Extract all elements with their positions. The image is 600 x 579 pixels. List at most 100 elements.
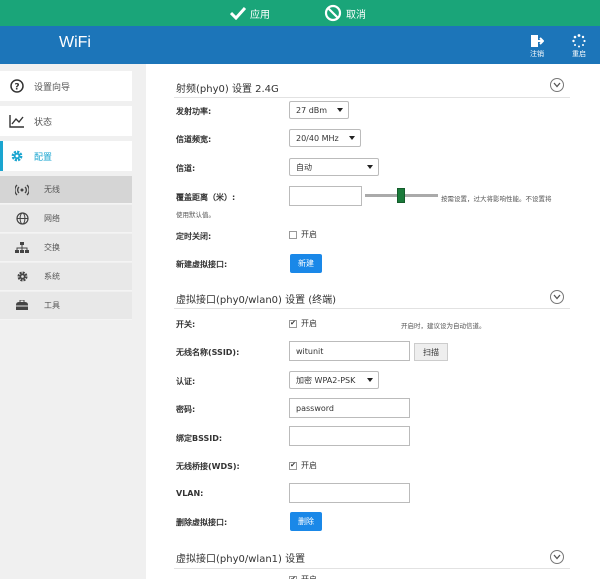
apply-label: 应用 <box>250 9 270 21</box>
reboot-button[interactable]: 重启 <box>568 34 590 59</box>
action-bar: 应用 取消 <box>0 0 600 26</box>
sidebar-item-label: 设置向导 <box>34 82 71 93</box>
sidebar-subitem-label: 无线 <box>44 185 60 194</box>
timer-off-checkbox[interactable]: 开启 <box>289 229 317 240</box>
tx-power-value: 27 dBm <box>296 105 328 115</box>
new-vif-button[interactable]: 新建 <box>290 254 322 273</box>
switch-label: 开关: <box>176 320 196 329</box>
sidebar-subitem-wireless[interactable]: 无线 <box>0 176 132 204</box>
gear-icon <box>0 149 34 163</box>
radio-section-title: 射频(phy0) 设置 2.4G <box>176 84 279 95</box>
sidebar-subitem-switch[interactable]: 交换 <box>0 234 132 262</box>
vlan-label: VLAN: <box>176 489 204 498</box>
tx-power-label: 发射功率: <box>176 107 212 116</box>
tx-power-select[interactable]: 27 dBm <box>289 101 349 119</box>
toolbox-icon <box>0 300 44 311</box>
switch-checkbox[interactable]: ✔ 开启 <box>289 318 317 329</box>
svg-text:?: ? <box>14 83 19 93</box>
password-input[interactable]: password <box>289 398 410 418</box>
checkbox-box: ✔ <box>289 575 297 579</box>
timer-off-label: 定时关闭: <box>176 232 212 241</box>
sidebar-item-label: 状态 <box>34 117 53 128</box>
globe-icon <box>0 212 44 225</box>
main-content: 射频(phy0) 设置 2.4G 发射功率: 27 dBm 信道频宽: 20/4… <box>146 64 600 579</box>
bandwidth-label: 信道频宽: <box>176 135 212 144</box>
logout-icon <box>531 35 544 47</box>
timer-off-option: 开启 <box>301 230 317 239</box>
caret-down-icon <box>367 165 373 169</box>
new-vif-label: 新建虚拟接口: <box>176 260 228 269</box>
divider <box>174 97 570 98</box>
coverage-label: 覆盖距离（米）: <box>176 193 236 202</box>
sidebar-item-config[interactable]: 配置 <box>0 141 132 171</box>
sidebar-item-status[interactable]: 状态 <box>0 106 132 136</box>
cancel-label: 取消 <box>346 9 366 21</box>
app-header: WiFi 注销 重启 <box>0 26 600 64</box>
divider <box>174 308 570 309</box>
question-icon: ? <box>0 79 34 93</box>
chart-icon <box>0 114 34 128</box>
sidebar-subitem-label: 系统 <box>44 272 60 281</box>
cancel-button[interactable]: 取消 <box>324 0 366 26</box>
caret-down-icon <box>349 136 355 140</box>
vlan-input[interactable] <box>289 483 410 503</box>
wds-option: 开启 <box>301 461 317 470</box>
auth-value: 加密 WPA2-PSK <box>296 375 356 385</box>
divider <box>174 568 570 569</box>
channel-value: 自动 <box>296 162 312 172</box>
logout-label: 注销 <box>530 50 544 58</box>
sidebar-subitem-label: 交换 <box>44 243 60 252</box>
caret-down-icon <box>337 108 343 112</box>
channel-select[interactable]: 自动 <box>289 158 379 176</box>
chevron-down-icon <box>553 294 561 300</box>
wlan1-collapse-button[interactable] <box>550 550 564 564</box>
auth-select[interactable]: 加密 WPA2-PSK <box>289 371 379 389</box>
wds-checkbox[interactable]: ✔ 开启 <box>289 460 317 471</box>
scan-button[interactable]: 扫描 <box>414 343 448 361</box>
wifi-icon <box>0 183 44 197</box>
delete-vif-label: 删除虚拟接口: <box>176 518 228 527</box>
sidebar-subitem-network[interactable]: 网络 <box>0 205 132 233</box>
switch-hint: 开启时，建议设为自动信道。 <box>401 322 486 330</box>
checkbox-box <box>289 230 297 239</box>
wds-label: 无线桥接(WDS): <box>176 462 240 471</box>
bssid-label: 绑定BSSID: <box>176 434 223 443</box>
wlan1-switch-checkbox[interactable]: ✔ 开启 <box>289 574 317 579</box>
brand-title: WiFi <box>59 34 91 51</box>
switch-option: 开启 <box>301 319 317 328</box>
chevron-down-icon <box>553 82 561 88</box>
logout-button[interactable]: 注销 <box>526 34 548 59</box>
caret-down-icon <box>367 378 373 382</box>
coverage-slider-handle[interactable] <box>397 188 405 203</box>
sidebar-subitem-system[interactable]: 系统 <box>0 263 132 291</box>
sidebar-subitem-label: 工具 <box>44 301 60 310</box>
password-label: 密码: <box>176 405 196 414</box>
wlan0-collapse-button[interactable] <box>550 290 564 304</box>
ssid-input[interactable]: witunit <box>289 341 410 361</box>
check-icon <box>230 6 246 20</box>
sidebar-subitem-tools[interactable]: 工具 <box>0 292 132 320</box>
coverage-hint-cont: 使用默认值。 <box>176 211 215 219</box>
sidebar-item-wizard[interactable]: ? 设置向导 <box>0 71 132 101</box>
bssid-input[interactable] <box>289 426 410 446</box>
checkbox-box: ✔ <box>289 461 297 470</box>
wlan1-section-title: 虚拟接口(phy0/wlan1) 设置 <box>176 554 306 565</box>
chevron-down-icon <box>553 554 561 560</box>
apply-button[interactable]: 应用 <box>230 0 270 26</box>
bandwidth-select[interactable]: 20/40 MHz <box>289 129 361 147</box>
ban-icon <box>324 4 342 22</box>
coverage-hint: 按需设置，过大将影响性能。不设置将 <box>441 195 552 203</box>
reboot-label: 重启 <box>572 50 586 58</box>
radio-collapse-button[interactable] <box>550 78 564 92</box>
sitemap-icon <box>0 241 44 254</box>
gear-icon <box>0 270 44 283</box>
wlan0-section-title: 虚拟接口(phy0/wlan0) 设置 (终端) <box>176 295 337 306</box>
delete-vif-button[interactable]: 删除 <box>290 512 322 531</box>
sidebar: ? 设置向导 状态 配置 无线 网络 交换 系统 工具 <box>0 64 146 579</box>
sidebar-subitem-label: 网络 <box>44 214 60 223</box>
wlan1-switch-option: 开启 <box>301 574 317 579</box>
auth-label: 认证: <box>176 377 196 386</box>
coverage-input[interactable] <box>289 186 362 206</box>
sidebar-item-label: 配置 <box>34 152 53 163</box>
bandwidth-value: 20/40 MHz <box>296 133 339 143</box>
